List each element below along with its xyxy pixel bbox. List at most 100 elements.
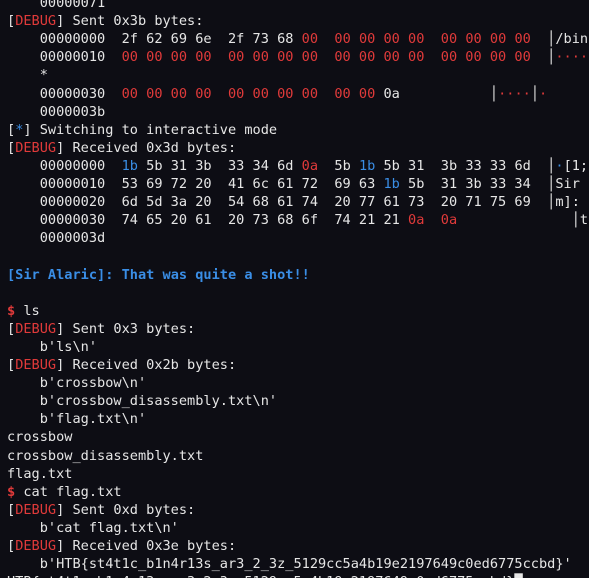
- terminal-line: b'flag.txt\n': [7, 410, 146, 428]
- terminal-text-segment: flag.txt: [7, 465, 73, 482]
- terminal-text-segment: 00000010: [7, 49, 122, 66]
- terminal-text-segment: ] Received 0x3e bytes:: [56, 538, 237, 554]
- terminal-text-segment: [: [7, 139, 16, 156]
- terminal-text-segment: ] Switching to interactive mode: [23, 121, 278, 138]
- terminal-text-segment: b'crossbow_disassembly.txt\n': [7, 393, 278, 410]
- terminal-text-segment: │/bin│/: [547, 31, 589, 48]
- terminal-text-segment: 00: [301, 31, 319, 48]
- terminal-text-segment: 00000071: [7, 0, 106, 11]
- terminal-text-segment: crossbow_disassembly.txt: [7, 447, 204, 464]
- terminal-text-segment: 00000020 6d 5d 3a 20 54 68 61 74 20 77 6…: [7, 194, 589, 211]
- terminal-text-segment: [Sir Alaric]: [7, 266, 106, 283]
- terminal-text-segment: [: [7, 501, 16, 518]
- terminal-text-segment: │te a│: [571, 212, 589, 229]
- terminal-text-segment: ] Sent 0x3b bytes:: [56, 13, 204, 30]
- terminal-line: 0000003d: [7, 229, 105, 247]
- terminal-text-segment: 0a: [301, 157, 319, 174]
- terminal-text-segment: 0a: [440, 212, 458, 229]
- terminal-line: 00000030 74 65 20 61 20 73 68 6f 74 21 2…: [7, 211, 589, 229]
- terminal-line: *: [7, 66, 48, 84]
- terminal-text-segment: 5b 31 3b 33 34 │Sir │A: [399, 176, 589, 192]
- terminal-line: 00000020 6d 5d 3a 20 54 68 61 74 20 77 6…: [7, 193, 589, 211]
- terminal-line: 00000010 00 00 00 00 00 00 00 00 00 00 0…: [7, 48, 589, 66]
- terminal-text-segment: crossbow: [7, 429, 73, 446]
- terminal-line: $ ls: [7, 302, 40, 320]
- terminal-text-segment: 00000000: [7, 157, 122, 174]
- terminal-line: b'cat flag.txt\n': [7, 519, 179, 537]
- terminal-text-segment: 5b 31 3b 33 33 6d │: [375, 157, 556, 174]
- terminal-text-segment: 1b: [358, 157, 376, 174]
- terminal-text-segment: 00000000 2f 62 69 6e 2f 73 68: [7, 31, 302, 48]
- terminal-text-segment: [: [7, 13, 16, 30]
- terminal-text-segment: [: [7, 320, 16, 337]
- terminal-text-segment: b'cat flag.txt\n': [7, 519, 179, 536]
- terminal-text-segment: DEBUG: [15, 139, 57, 156]
- terminal-line: 0000003b: [7, 103, 105, 121]
- terminal-line: b'ls\n': [7, 338, 97, 356]
- terminal-line: crossbow_disassembly.txt: [7, 447, 203, 465]
- terminal-line: b'crossbow_disassembly.txt\n': [7, 392, 277, 410]
- terminal-text-segment: ····: [555, 49, 589, 66]
- terminal-text-segment: b'HTB{st4t1c_b1n4r13s_ar3_2_3z_5129cc5a4…: [7, 556, 572, 573]
- terminal-text-segment: 5b 31 3b 33 34 6d: [137, 157, 302, 174]
- terminal-text-segment: DEBUG: [15, 13, 57, 30]
- terminal-text-segment: ·: [539, 85, 548, 102]
- terminal-text-segment: [: [7, 121, 16, 138]
- terminal-text-segment: b'ls\n': [7, 338, 98, 355]
- terminal-line: 00000030 00 00 00 00 00 00 00 00 00 00 0…: [7, 85, 547, 103]
- terminal-text-segment: 1b: [121, 157, 138, 174]
- terminal-text-segment: 1b: [383, 176, 400, 192]
- terminal-text-segment: 00 00 00 00 00 00 00 00 00 00: [121, 85, 384, 102]
- terminal-text-segment: $: [7, 483, 16, 500]
- terminal-text-segment: 00000030: [7, 85, 122, 102]
- terminal-text-segment: 5b: [318, 157, 359, 174]
- terminal-line: 00000071: [7, 0, 105, 12]
- terminal-text-segment: ] Sent 0x3 bytes:: [56, 320, 196, 337]
- terminal-text-segment: 00000030 74 65 20 61 20 73 68 6f 74 21 2…: [7, 212, 409, 229]
- terminal-text-segment: : That was quite a shot!!: [105, 266, 310, 283]
- terminal-text-segment: 0000003d: [7, 230, 106, 247]
- terminal-text-segment: DEBUG: [15, 357, 57, 373]
- terminal-text-segment: 0a: [408, 212, 425, 229]
- terminal-text-segment: [: [7, 357, 16, 373]
- terminal-line: [DEBUG] Received 0x2b bytes:: [7, 356, 236, 374]
- terminal-text-segment: ] Received 0x3d bytes:: [56, 139, 237, 156]
- terminal-line: [DEBUG] Received 0x3e bytes:: [7, 537, 236, 555]
- terminal-line: [DEBUG] Sent 0x3 bytes:: [7, 320, 195, 338]
- terminal-text-segment: ] Received 0x2b bytes:: [56, 357, 237, 373]
- terminal-text-segment: *: [7, 67, 48, 84]
- terminal-text-segment: $: [7, 302, 16, 319]
- terminal-text-segment: 00 00 00 00 00 00 00 00: [334, 31, 531, 48]
- terminal-text-segment: ·: [555, 157, 564, 174]
- terminal-line: flag.txt: [7, 465, 72, 483]
- terminal-text-segment: ls: [15, 302, 40, 319]
- terminal-text-segment: b'crossbow\n': [7, 375, 147, 392]
- terminal-line: [Sir Alaric]: That was quite a shot!!: [7, 266, 310, 284]
- terminal-text-segment: ] Sent 0xd bytes:: [56, 501, 196, 518]
- terminal-line: 00000010 53 69 72 20 41 6c 61 72 69 63 1…: [7, 175, 589, 193]
- terminal-line: 00000000 1b 5b 31 3b 33 34 6d 0a 5b 1b 5…: [7, 157, 589, 175]
- terminal-text-segment: b'flag.txt\n': [7, 411, 147, 428]
- terminal-text-segment: [1;│3: [563, 157, 589, 174]
- terminal-text-segment: 0000003b: [7, 103, 106, 120]
- terminal-line: HTB{st4t1c_b1n4r13s_ar3_2_3z_5129cc5a4b1…: [7, 573, 523, 578]
- terminal-line: 00000000 2f 62 69 6e 2f 73 68 00 00 00 0…: [7, 30, 589, 48]
- terminal-line: b'HTB{st4t1c_b1n4r13s_ar3_2_3z_5129cc5a4…: [7, 555, 572, 573]
- terminal-text-segment: 00000010 53 69 72 20 41 6c 61 72 69 63: [7, 176, 384, 192]
- terminal-text-segment: │: [399, 85, 499, 102]
- terminal-output[interactable]: 00000071 [DEBUG] Sent 0x3b bytes: 0000000…: [0, 0, 589, 578]
- terminal-text-segment: [: [7, 538, 16, 554]
- terminal-line: [*] Switching to interactive mode: [7, 121, 277, 139]
- terminal-line: $ cat flag.txt: [7, 483, 122, 501]
- terminal-text-segment: │: [530, 49, 556, 66]
- terminal-line: [DEBUG] Sent 0x3b bytes:: [7, 12, 203, 30]
- terminal-text-segment: cat flag.txt: [15, 483, 122, 500]
- terminal-text-segment: ····: [498, 85, 531, 102]
- terminal-text-segment: 0a: [383, 85, 400, 102]
- terminal-line: [DEBUG] Received 0x3d bytes:: [7, 139, 236, 157]
- terminal-line: b'crossbow\n': [7, 374, 146, 392]
- terminal-text-segment: DEBUG: [15, 320, 57, 337]
- terminal-text-segment: │: [530, 85, 540, 102]
